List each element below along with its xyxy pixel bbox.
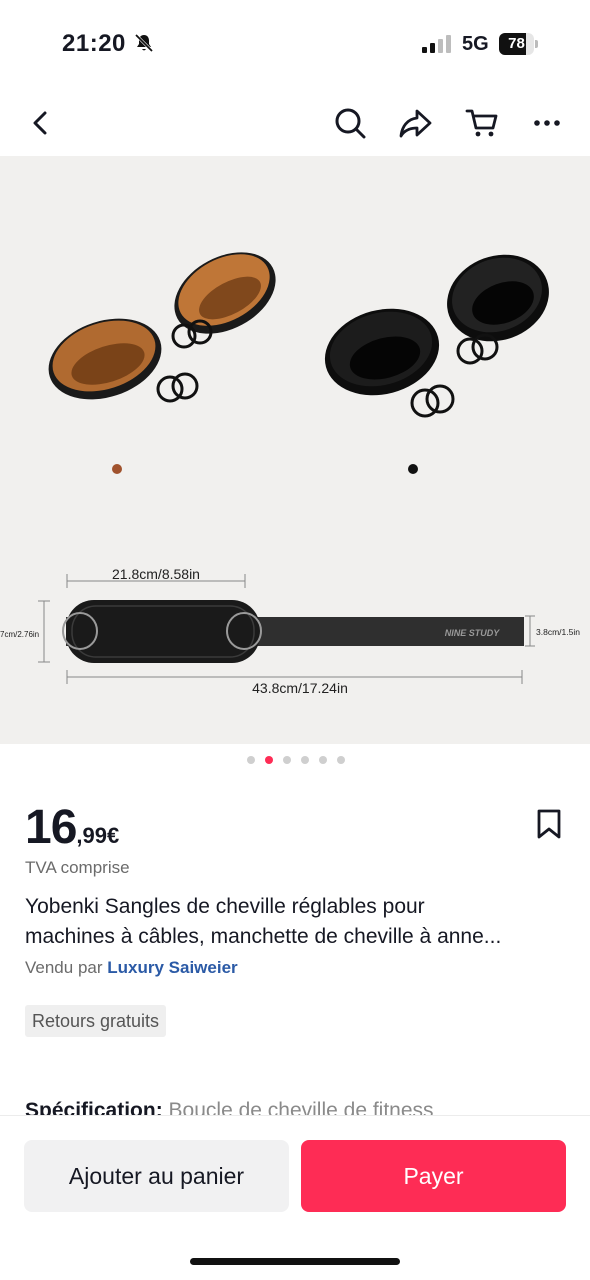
- bell-off-icon: [134, 33, 154, 53]
- color-swatch-brown[interactable]: [112, 464, 122, 474]
- pager-dot: [265, 756, 273, 764]
- seller-prefix: Vendu par: [25, 958, 108, 977]
- pager-dot: [319, 756, 327, 764]
- specification-row[interactable]: Spécification: Boucle de cheville de fit…: [25, 1096, 585, 1116]
- back-icon: [33, 111, 47, 135]
- dim-height-left-label: 7cm/2.76in: [0, 630, 39, 639]
- bookmark-button[interactable]: [532, 806, 566, 842]
- cart-icon: [465, 109, 498, 137]
- nav-bar: [0, 90, 590, 156]
- pager-dot: [247, 756, 255, 764]
- product-image: 21.8cm/8.58in 43.8cm/17.24in 7cm/2.76in …: [0, 156, 590, 744]
- gallery-pager: [0, 756, 590, 766]
- back-button[interactable]: [16, 90, 66, 156]
- battery-indicator: 78: [499, 33, 539, 55]
- pay-button[interactable]: Payer: [301, 1140, 566, 1212]
- tax-note: TVA comprise: [25, 858, 130, 877]
- strap-brand-text: NINE STUDY: [445, 628, 501, 638]
- color-swatch-black[interactable]: [408, 464, 418, 474]
- pager-dot: [301, 756, 309, 764]
- cart-button[interactable]: [457, 90, 507, 156]
- status-time: 21:20: [62, 30, 126, 57]
- product-title[interactable]: Yobenki Sangles de cheville réglables po…: [25, 892, 570, 952]
- free-returns-badge: Retours gratuits: [25, 1005, 167, 1037]
- product-image-gallery[interactable]: 21.8cm/8.58in 43.8cm/17.24in 7cm/2.76in …: [0, 156, 590, 744]
- add-to-cart-button[interactable]: Ajouter au panier: [24, 1140, 289, 1212]
- network-label: 5G: [462, 33, 489, 55]
- price-decimals: ,99€: [76, 823, 120, 848]
- more-button[interactable]: [522, 90, 572, 156]
- price-integer: 16: [25, 801, 77, 854]
- seller-link[interactable]: Luxury Saiweier: [107, 958, 237, 977]
- more-icon: [534, 120, 560, 126]
- dim-length-label: 43.8cm/17.24in: [252, 680, 348, 696]
- share-button[interactable]: [390, 90, 440, 156]
- action-bar: Ajouter au panier Payer: [0, 1115, 590, 1280]
- signal-icon: [422, 35, 451, 53]
- search-icon: [335, 108, 366, 139]
- dim-width-label: 21.8cm/8.58in: [112, 566, 200, 582]
- battery-level: 78: [508, 35, 525, 52]
- spec-value: Boucle de cheville de fitness: [162, 1099, 434, 1116]
- pager-dot: [337, 756, 345, 764]
- product-title-line-2: machines à câbles, manchette de cheville…: [25, 925, 502, 948]
- price: 16 ,99€: [25, 800, 120, 854]
- dim-height-right-label: 3.8cm/1.5in: [536, 627, 580, 637]
- bookmark-icon: [537, 809, 561, 839]
- spec-label: Spécification:: [25, 1099, 163, 1116]
- pager-dot: [283, 756, 291, 764]
- home-indicator: [190, 1258, 400, 1265]
- search-button[interactable]: [325, 90, 375, 156]
- share-icon: [399, 109, 432, 138]
- seller-line: Vendu par Luxury Saiweier: [25, 958, 238, 978]
- product-title-line-1: Yobenki Sangles de cheville réglables po…: [25, 895, 425, 918]
- status-bar: 21:20 5G 78: [0, 0, 590, 90]
